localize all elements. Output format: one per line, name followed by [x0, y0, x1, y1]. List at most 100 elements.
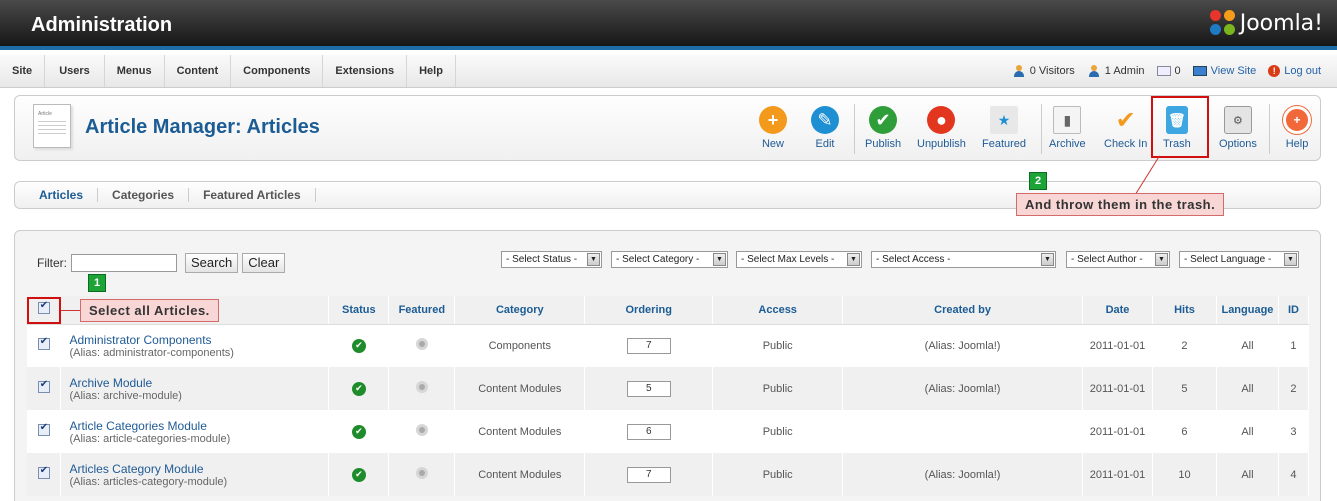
row-checkbox[interactable] [37, 465, 50, 479]
menu-site[interactable]: Site [0, 55, 46, 87]
title-cell: Archive Module (Alias: archive-module) [60, 367, 330, 410]
unfeatured-icon[interactable] [415, 424, 428, 436]
new-button[interactable]: + New [759, 106, 787, 154]
ordering-input[interactable]: 6 [626, 423, 671, 440]
hits-header[interactable]: Hits [1152, 296, 1217, 325]
tab-articles[interactable]: Articles [25, 188, 99, 202]
tab-categories[interactable]: Categories [98, 188, 190, 202]
created-by-cell: (Alias: Joomla!) [842, 324, 1084, 367]
category-header[interactable]: Category [454, 296, 586, 325]
unfeatured-icon[interactable] [415, 381, 428, 393]
ordering-cell: 6 [584, 410, 714, 453]
logout-link[interactable]: ! Log out [1268, 65, 1321, 77]
options-button[interactable]: ⚙ Options [1219, 106, 1257, 154]
language-cell: All [1216, 367, 1279, 410]
article-alias: (Alias: administrator-components) [69, 346, 234, 359]
visitors-count: 0 Visitors [1029, 65, 1075, 77]
access-header[interactable]: Access [712, 296, 844, 325]
articles-table: Status Featured Category Ordering Access… [27, 296, 1310, 496]
article-alias: (Alias: article-categories-module) [69, 432, 231, 445]
select-language[interactable]: - Select Language - ▼ [1179, 251, 1299, 268]
edit-button[interactable]: ✎ Edit [811, 106, 839, 154]
select-status[interactable]: - Select Status - ▼ [501, 251, 602, 268]
article-title-link[interactable]: Administrator Components [69, 333, 328, 347]
table-row: Articles Category Module(Alias: articles… [27, 453, 1310, 496]
messages-status[interactable]: 0 [1156, 65, 1181, 77]
menu-components[interactable]: Components [231, 55, 324, 87]
id-cell: 4 [1278, 453, 1310, 496]
table-row: Article Categories Module(Alias: article… [27, 410, 1310, 453]
filter-search-input[interactable] [71, 254, 177, 272]
row-checkbox[interactable] [37, 336, 50, 351]
help-button[interactable]: + Help [1283, 106, 1311, 154]
published-icon[interactable]: ✔ [351, 424, 366, 439]
toolbar-divider [1041, 104, 1042, 154]
archive-button[interactable]: ▮ Archive [1049, 106, 1086, 154]
admins-count: 1 Admin [1104, 65, 1145, 77]
menu-bar: Site Users Menus Content Components Exte… [0, 55, 1337, 88]
publish-button[interactable]: ✔ Publish [865, 106, 901, 154]
row-checkbox[interactable] [37, 422, 50, 436]
featured-header[interactable]: Featured [388, 296, 456, 325]
select-access[interactable]: - Select Access - ▼ [871, 251, 1056, 268]
date-cell: 2011-01-01 [1082, 367, 1153, 410]
created-by-header[interactable]: Created by [842, 296, 1084, 325]
menu-users[interactable]: Users [45, 55, 105, 87]
search-button[interactable]: Search [185, 253, 239, 273]
row-select-cell [27, 410, 62, 453]
table-header-row: Status Featured Category Ordering Access… [27, 296, 1310, 325]
admins-icon [1087, 65, 1101, 77]
ordering-input[interactable]: 5 [626, 380, 671, 397]
unfeatured-icon[interactable] [415, 338, 428, 351]
unpublish-button[interactable]: ● Unpublish [917, 106, 966, 154]
language-header[interactable]: Language [1216, 296, 1279, 325]
check-in-button[interactable]: ✔ Check In [1104, 106, 1147, 154]
ordering-header[interactable]: Ordering [584, 296, 714, 325]
select-category[interactable]: - Select Category - ▼ [611, 251, 728, 268]
menu-content[interactable]: Content [165, 55, 232, 87]
toolbar: Article Manager: Articles + New ✎ Edit ✔… [14, 95, 1321, 161]
featured-button[interactable]: ★ Featured [982, 106, 1026, 154]
messages-count: 0 [1174, 65, 1181, 77]
published-icon[interactable]: ✔ [351, 381, 366, 396]
ordering-input[interactable]: 7 [626, 337, 671, 354]
article-title-link[interactable]: Article Categories Module [69, 419, 328, 433]
clear-button[interactable]: Clear [242, 253, 286, 273]
published-icon[interactable]: ✔ [351, 338, 366, 353]
view-site-link[interactable]: View Site [1192, 65, 1256, 77]
joomla-logo[interactable]: Joomla! [1209, 10, 1323, 36]
id-header[interactable]: ID [1278, 296, 1310, 325]
tab-featured-articles[interactable]: Featured Articles [189, 188, 316, 202]
article-title-link[interactable]: Archive Module [69, 376, 328, 390]
messages-icon [1156, 66, 1171, 76]
unfeatured-icon[interactable] [415, 467, 428, 479]
chevron-down-icon: ▼ [1155, 253, 1168, 266]
category-cell: Content Modules [454, 367, 586, 410]
menu-extensions[interactable]: Extensions [323, 55, 408, 87]
access-cell: Public [712, 324, 844, 367]
filter-bar: Filter: Search Clear [37, 253, 286, 273]
row-checkbox[interactable] [37, 379, 50, 393]
date-header[interactable]: Date [1082, 296, 1153, 325]
select-category-value: - Select Category - [616, 254, 700, 265]
menu-help[interactable]: Help [407, 55, 456, 87]
menu-menus[interactable]: Menus [105, 55, 165, 87]
published-icon[interactable]: ✔ [351, 467, 366, 482]
admin-title: Administration [31, 14, 173, 36]
select-author[interactable]: - Select Author - ▼ [1066, 251, 1170, 268]
title-cell: Administrator Components (Alias: administ… [60, 324, 330, 367]
language-cell: All [1216, 453, 1279, 496]
select-max-levels[interactable]: - Select Max Levels - ▼ [736, 251, 862, 268]
id-cell: 2 [1278, 367, 1310, 410]
plus-icon: + [759, 106, 787, 134]
ordering-input[interactable]: 7 [626, 466, 671, 483]
status-header[interactable]: Status [328, 296, 390, 325]
admins-status: 1 Admin [1087, 65, 1145, 77]
chevron-down-icon: ▼ [587, 253, 600, 266]
article-alias: (Alias: archive-module) [69, 389, 182, 402]
id-cell: 1 [1278, 324, 1310, 367]
status-cell: ✔ [328, 367, 390, 410]
edit-button-label: Edit [815, 138, 835, 150]
article-title-link[interactable]: Articles Category Module [69, 462, 328, 476]
select-max-levels-value: - Select Max Levels - [741, 254, 835, 265]
